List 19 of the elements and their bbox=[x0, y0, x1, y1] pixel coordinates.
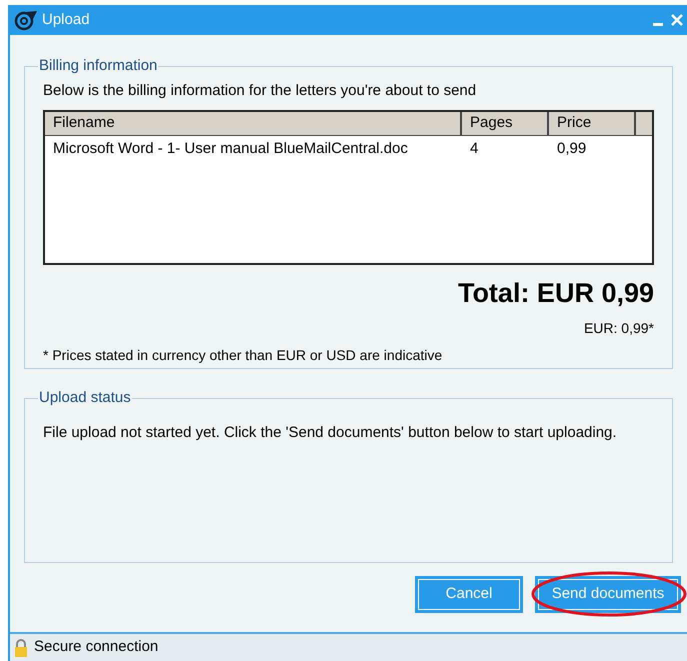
close-icon[interactable] bbox=[671, 14, 683, 26]
window-title: Upload bbox=[42, 10, 90, 30]
minimize-icon[interactable] bbox=[653, 23, 663, 27]
table-cell-text: 0,99 bbox=[556, 138, 588, 159]
intro-text: Below is the billing information for the letters you're about to send bbox=[43, 80, 478, 100]
group-legend: Upload status bbox=[38, 387, 132, 410]
table-cell-text: 4 bbox=[469, 138, 480, 159]
total-amount: Total: EUR 0,99 bbox=[458, 277, 654, 310]
status-text: Secure connection bbox=[34, 637, 158, 658]
column-header[interactable]: Price bbox=[549, 112, 636, 135]
padlock-icon bbox=[14, 638, 28, 656]
app-logo-icon bbox=[14, 9, 38, 31]
subtotal-text: EUR: 0,99* bbox=[584, 318, 654, 338]
status-message: File upload not started yet. Click the 'Send documents' button below to start uploading. bbox=[43, 422, 618, 442]
column-header[interactable]: Pages bbox=[462, 112, 549, 135]
column-header[interactable]: Filename bbox=[45, 112, 462, 135]
note-text: * Prices stated in currency other than EUR or USD are indicative bbox=[43, 346, 444, 365]
table-cell-text: Microsoft Word - 1- User manual BlueMailCentral.doc bbox=[52, 138, 409, 159]
group-legend: Billing information bbox=[38, 55, 158, 78]
